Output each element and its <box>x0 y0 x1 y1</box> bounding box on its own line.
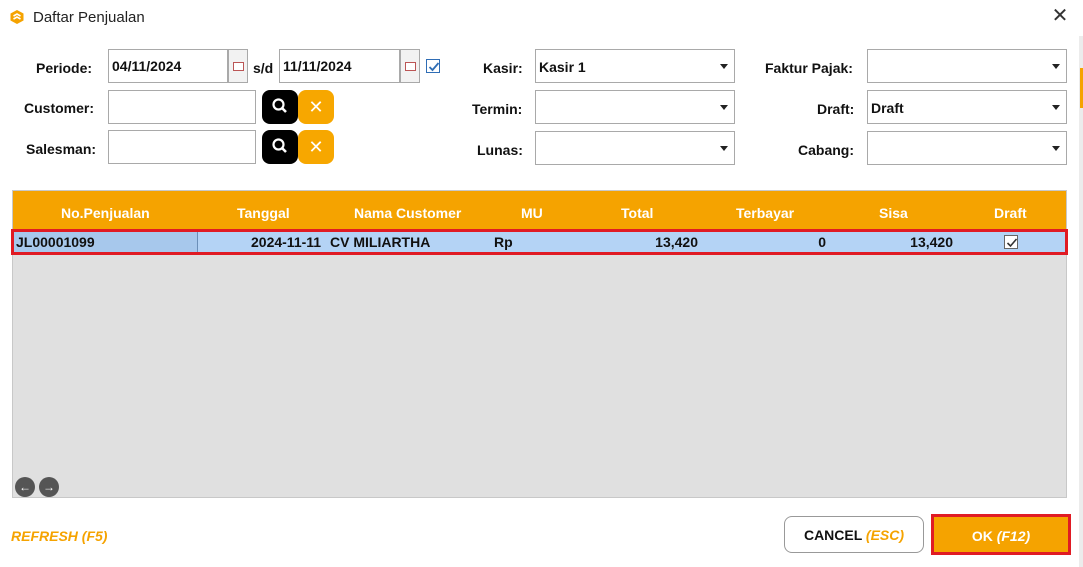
chevron-down-icon <box>720 64 728 69</box>
calendar-to-icon[interactable] <box>400 49 420 83</box>
ok-button[interactable]: OK (F12) <box>931 514 1071 555</box>
salesman-clear-button[interactable]: ✕ <box>298 130 334 164</box>
cell-sisa: 13,420 <box>910 234 953 250</box>
periode-checkbox[interactable] <box>426 59 440 73</box>
chevron-down-icon <box>720 146 728 151</box>
salesman-label: Salesman: <box>26 141 97 157</box>
chevron-down-icon <box>1052 105 1060 110</box>
cell-nama-customer: CV MILIARTHA <box>330 234 431 250</box>
termin-select[interactable] <box>535 90 735 124</box>
window-edge <box>1079 36 1083 567</box>
cell-total: 13,420 <box>655 234 698 250</box>
cancel-button[interactable]: CANCEL (ESC) <box>784 516 924 553</box>
customer-label: Customer: <box>24 100 95 116</box>
column-header-draft[interactable]: Draft <box>994 205 1027 221</box>
column-header-mu[interactable]: MU <box>521 205 543 221</box>
chevron-down-icon <box>720 105 728 110</box>
column-header-total[interactable]: Total <box>621 205 653 221</box>
periode-to-input[interactable]: 11/11/2024 <box>279 49 400 83</box>
refresh-button[interactable]: REFRESH (F5) <box>11 528 107 544</box>
search-icon <box>272 138 287 153</box>
column-header-tanggal[interactable]: Tanggal <box>237 205 290 221</box>
search-icon <box>272 98 287 113</box>
title-bar: Daftar Penjualan ✕ <box>0 0 1083 36</box>
arrow-right-icon[interactable]: → <box>39 477 59 497</box>
chevron-down-icon <box>1052 64 1060 69</box>
ok-shortcut: (F12) <box>996 528 1031 544</box>
customer-search-button[interactable] <box>262 90 298 124</box>
cancel-label: CANCEL <box>803 527 863 543</box>
draft-value: Draft <box>871 100 904 116</box>
periode-from-input[interactable]: 04/11/2024 <box>108 49 228 83</box>
close-icon[interactable]: ✕ <box>1049 5 1071 27</box>
cabang-label: Cabang: <box>798 142 854 158</box>
table-header: No.Penjualan Tanggal Nama Customer MU To… <box>13 191 1066 232</box>
cell-terbayar: 0 <box>818 234 826 250</box>
check-icon <box>1006 238 1018 248</box>
kasir-select[interactable]: Kasir 1 <box>535 49 735 83</box>
cancel-shortcut: (ESC) <box>865 527 905 543</box>
sales-table[interactable]: No.Penjualan Tanggal Nama Customer MU To… <box>11 190 1068 498</box>
faktur-pajak-label: Faktur Pajak: <box>765 60 853 76</box>
cell-no-penjualan: JL00001099 <box>16 234 95 250</box>
table-row[interactable]: JL00001099 2024-11-11 CV MILIARTHA Rp 13… <box>11 229 1068 255</box>
cabang-select[interactable] <box>867 131 1067 165</box>
salesman-search-button[interactable] <box>262 130 298 164</box>
draft-label: Draft: <box>817 101 855 117</box>
kasir-label: Kasir: <box>483 60 523 76</box>
cell-tanggal: 2024-11-11 <box>251 234 322 250</box>
check-icon <box>428 62 440 72</box>
periode-label: Periode: <box>36 60 93 76</box>
app-logo-icon <box>10 10 24 24</box>
salesman-input[interactable] <box>108 130 256 164</box>
cell-draft-checkbox[interactable] <box>1004 235 1018 249</box>
lunas-select[interactable] <box>535 131 735 165</box>
calendar-from-icon[interactable] <box>228 49 248 83</box>
column-header-no-penjualan[interactable]: No.Penjualan <box>61 205 150 221</box>
kasir-value: Kasir 1 <box>539 59 586 75</box>
window-title: Daftar Penjualan <box>33 9 145 26</box>
draft-select[interactable]: Draft <box>867 90 1067 124</box>
column-header-nama-customer[interactable]: Nama Customer <box>354 205 461 221</box>
lunas-label: Lunas: <box>477 142 523 158</box>
column-header-sisa[interactable]: Sisa <box>879 205 908 221</box>
chevron-down-icon <box>1052 146 1060 151</box>
termin-label: Termin: <box>472 101 523 117</box>
sd-label: s/d <box>253 60 274 76</box>
customer-input[interactable] <box>108 90 256 124</box>
faktur-pajak-select[interactable] <box>867 49 1067 83</box>
ok-label: OK <box>971 528 993 544</box>
column-header-terbayar[interactable]: Terbayar <box>736 205 794 221</box>
cell-divider <box>197 232 198 252</box>
cell-mu: Rp <box>494 234 513 250</box>
arrow-left-icon[interactable]: ← <box>15 477 35 497</box>
customer-clear-button[interactable]: ✕ <box>298 90 334 124</box>
